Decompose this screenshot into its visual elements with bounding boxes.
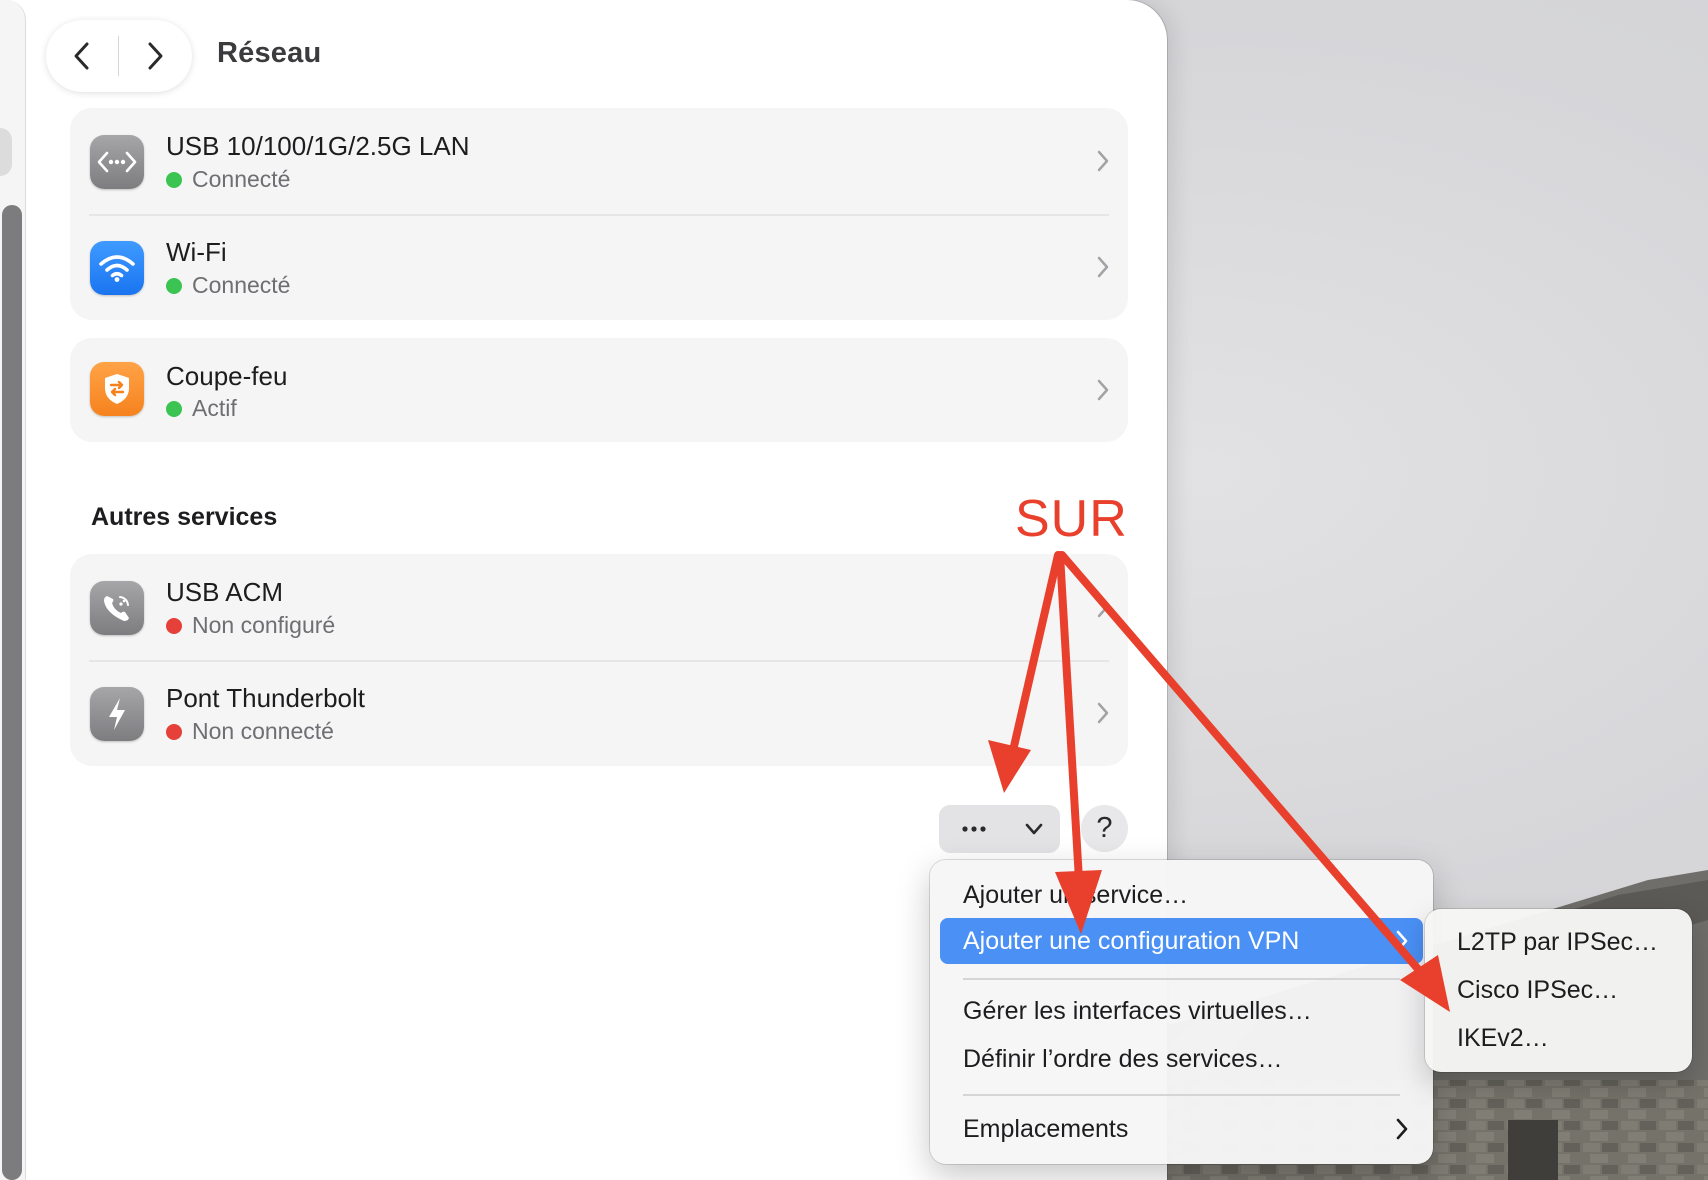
annotation-label: SUR [1015,490,1128,548]
service-row-wifi[interactable]: Wi-Fi Connecté [70,214,1128,320]
status-text: Non connecté [192,718,334,744]
status-dot-green [166,400,182,417]
menu-item-set-service-order[interactable]: Définir l’ordre des services… [940,1036,1423,1082]
chevron-right-icon [1396,930,1408,952]
menu-separator [963,1094,1400,1096]
menu-item-manage-virtual-interfaces[interactable]: Gérer les interfaces virtuelles… [940,988,1423,1034]
ellipsis-icon [962,826,986,832]
status-text: Connecté [192,272,291,298]
service-title: Wi-Fi [166,237,227,267]
chevron-right-icon [1097,702,1109,724]
chevron-right-icon [1097,379,1109,401]
forward-button[interactable] [119,20,191,92]
status-dot-green [166,277,182,294]
service-title: USB 10/100/1G/2.5G LAN [166,131,470,161]
ethernet-icon [90,135,144,189]
service-status: Non configuré [166,612,335,639]
navigation-buttons [46,20,192,92]
service-title: Pont Thunderbolt [166,683,365,713]
status-dot-red [166,723,182,740]
sidebar-selection-edge [0,128,12,176]
window-title: Réseau [217,37,322,69]
menu-item-locations[interactable]: Emplacements [940,1106,1423,1152]
firewall-group: Coupe-feu Actif [70,338,1128,442]
service-row-thunderbolt-bridge[interactable]: Pont Thunderbolt Non connecté [70,660,1128,766]
action-menu-button[interactable] [939,805,1060,853]
chevron-left-icon [74,42,89,70]
status-dot-green [166,171,182,188]
service-row-usb-lan[interactable]: USB 10/100/1G/2.5G LAN Connecté [70,108,1128,214]
menu-item-label: Emplacements [963,1114,1129,1143]
status-dot-red [166,617,182,634]
service-title: Coupe-feu [166,361,288,391]
chevron-right-icon [148,42,163,70]
section-title-other-services: Autres services [91,503,278,531]
service-row-firewall[interactable]: Coupe-feu Actif [70,338,1128,442]
service-status: Connecté [166,272,290,299]
menu-item-ikev2[interactable]: IKEv2… [1435,1015,1682,1061]
phone-icon [90,581,144,635]
sidebar-scrollbar[interactable] [2,205,22,1180]
firewall-shield-icon [90,362,144,416]
status-text: Actif [192,395,237,421]
chevron-down-icon [1025,823,1043,835]
service-title: USB ACM [166,577,284,607]
status-text: Non configuré [192,612,336,638]
chevron-right-icon [1396,1118,1408,1140]
menu-separator [963,978,1400,980]
status-text: Connecté [192,166,291,192]
service-row-usb-acm[interactable]: USB ACM Non configuré [70,554,1128,660]
menu-item-l2tp-ipsec[interactable]: L2TP par IPSec… [1435,919,1682,965]
connected-services-group: USB 10/100/1G/2.5G LAN Connecté Wi-Fi Co… [70,108,1128,320]
menu-item-cisco-ipsec[interactable]: Cisco IPSec… [1435,967,1682,1013]
chevron-right-icon [1097,256,1109,278]
menu-item-add-service[interactable]: Ajouter un service… [940,872,1423,918]
service-status: Actif [166,395,237,422]
sidebar-edge [0,0,26,1180]
wifi-icon [90,241,144,295]
back-button[interactable] [46,20,118,92]
service-status: Connecté [166,166,290,193]
vpn-type-submenu: L2TP par IPSec… Cisco IPSec… IKEv2… [1425,909,1692,1072]
action-context-menu: Ajouter un service… Ajouter une configur… [930,860,1433,1164]
menu-item-add-vpn-configuration[interactable]: Ajouter une configuration VPN [940,918,1423,964]
service-status: Non connecté [166,718,334,745]
other-services-group: USB ACM Non configuré Pont Thunderbolt N… [70,554,1128,766]
help-button[interactable]: ? [1081,805,1128,852]
thunderbolt-icon [90,687,144,741]
chevron-right-icon [1097,596,1109,618]
menu-item-label: Ajouter une configuration VPN [963,926,1300,955]
chevron-right-icon [1097,150,1109,172]
